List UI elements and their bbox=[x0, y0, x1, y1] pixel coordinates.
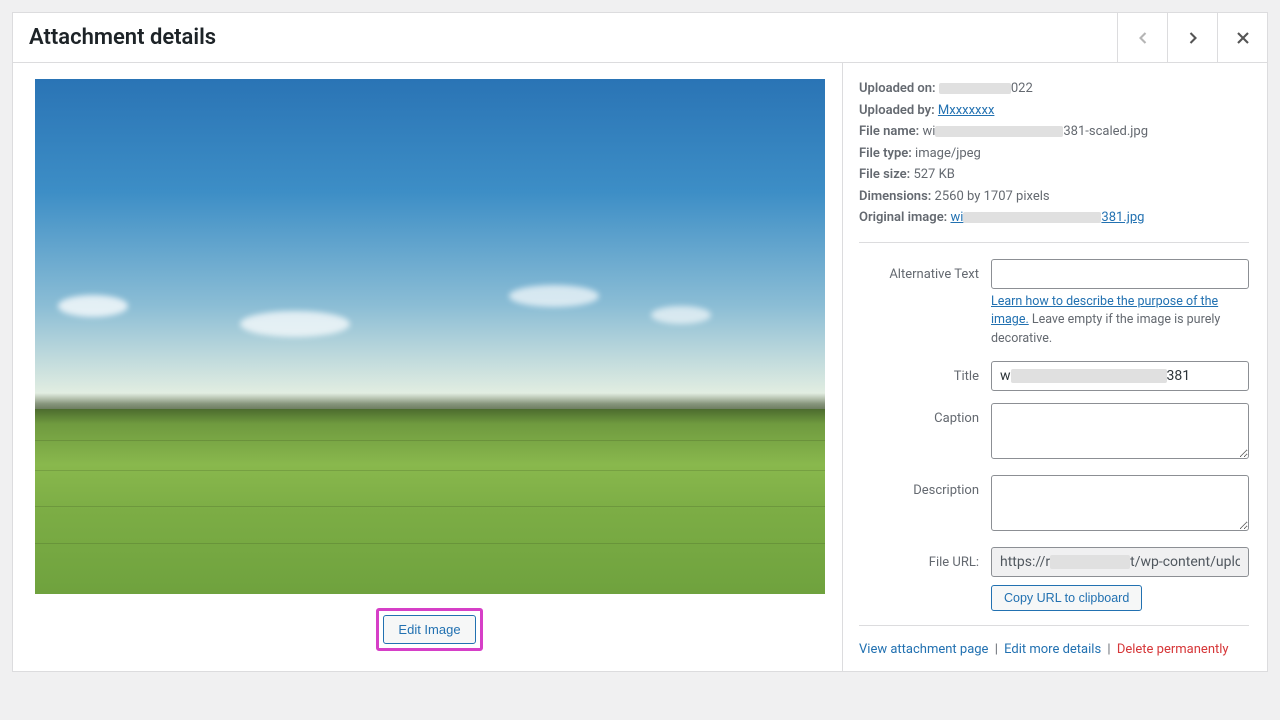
title-label: Title bbox=[859, 361, 991, 384]
meta-uploaded-on: Uploaded on: 022 bbox=[859, 79, 1249, 99]
alt-help-text: Learn how to describe the purpose of the… bbox=[991, 293, 1249, 349]
meta-file-type: File type: image/jpeg bbox=[859, 144, 1249, 164]
prev-button[interactable] bbox=[1117, 13, 1167, 63]
delete-permanently-link[interactable]: Delete permanently bbox=[1117, 642, 1229, 657]
meta-dimensions: Dimensions: 2560 by 1707 pixels bbox=[859, 187, 1249, 207]
divider bbox=[859, 625, 1249, 626]
close-icon bbox=[1233, 28, 1253, 48]
close-button[interactable] bbox=[1217, 13, 1267, 63]
redacted-text bbox=[935, 126, 1063, 137]
preview-pane: Edit Image bbox=[13, 63, 843, 671]
uploaded-by-link[interactable]: Mxxxxxxx bbox=[938, 103, 995, 118]
meta-uploaded-by: Uploaded by: Mxxxxxxx bbox=[859, 101, 1249, 121]
modal-header: Attachment details bbox=[13, 13, 1267, 63]
alt-text-input[interactable] bbox=[991, 259, 1249, 289]
caption-row: Caption bbox=[859, 403, 1249, 463]
edit-image-highlight: Edit Image bbox=[376, 608, 482, 651]
title-input[interactable] bbox=[991, 361, 1249, 391]
meta-file-name: File name: wi381-scaled.jpg bbox=[859, 122, 1249, 142]
redacted-text bbox=[939, 83, 1011, 94]
chevron-left-icon bbox=[1133, 28, 1153, 48]
file-url-label: File URL: bbox=[859, 547, 991, 570]
edit-image-button[interactable]: Edit Image bbox=[383, 615, 475, 644]
divider bbox=[859, 242, 1249, 243]
caption-label: Caption bbox=[859, 403, 991, 426]
chevron-right-icon bbox=[1183, 28, 1203, 48]
alt-text-label: Alternative Text bbox=[859, 259, 991, 282]
title-row: Title w381 bbox=[859, 361, 1249, 391]
edit-more-details-link[interactable]: Edit more details bbox=[1004, 642, 1101, 657]
attachment-image[interactable] bbox=[35, 79, 825, 594]
view-attachment-page-link[interactable]: View attachment page bbox=[859, 642, 988, 657]
description-label: Description bbox=[859, 475, 991, 498]
details-sidebar: Uploaded on: 022 Uploaded by: Mxxxxxxx F… bbox=[843, 63, 1267, 671]
description-input[interactable] bbox=[991, 475, 1249, 531]
attachment-details-modal: Attachment details bbox=[12, 12, 1268, 672]
modal-body: Edit Image Uploaded on: 022 Uploaded by:… bbox=[13, 63, 1267, 671]
redacted-text bbox=[963, 212, 1101, 223]
description-row: Description bbox=[859, 475, 1249, 535]
file-url-row: File URL: https://rt/wp-content/uplo Cop… bbox=[859, 547, 1249, 611]
attachment-actions: View attachment page | Edit more details… bbox=[859, 642, 1249, 657]
file-url-input[interactable] bbox=[991, 547, 1249, 577]
original-image-link[interactable]: wi381.jpg bbox=[950, 210, 1144, 225]
caption-input[interactable] bbox=[991, 403, 1249, 459]
modal-title: Attachment details bbox=[13, 25, 1117, 50]
meta-file-size: File size: 527 KB bbox=[859, 165, 1249, 185]
meta-original-image: Original image: wi381.jpg bbox=[859, 208, 1249, 228]
copy-url-button[interactable]: Copy URL to clipboard bbox=[991, 585, 1142, 611]
alt-text-row: Alternative Text Learn how to describe t… bbox=[859, 259, 1249, 349]
next-button[interactable] bbox=[1167, 13, 1217, 63]
